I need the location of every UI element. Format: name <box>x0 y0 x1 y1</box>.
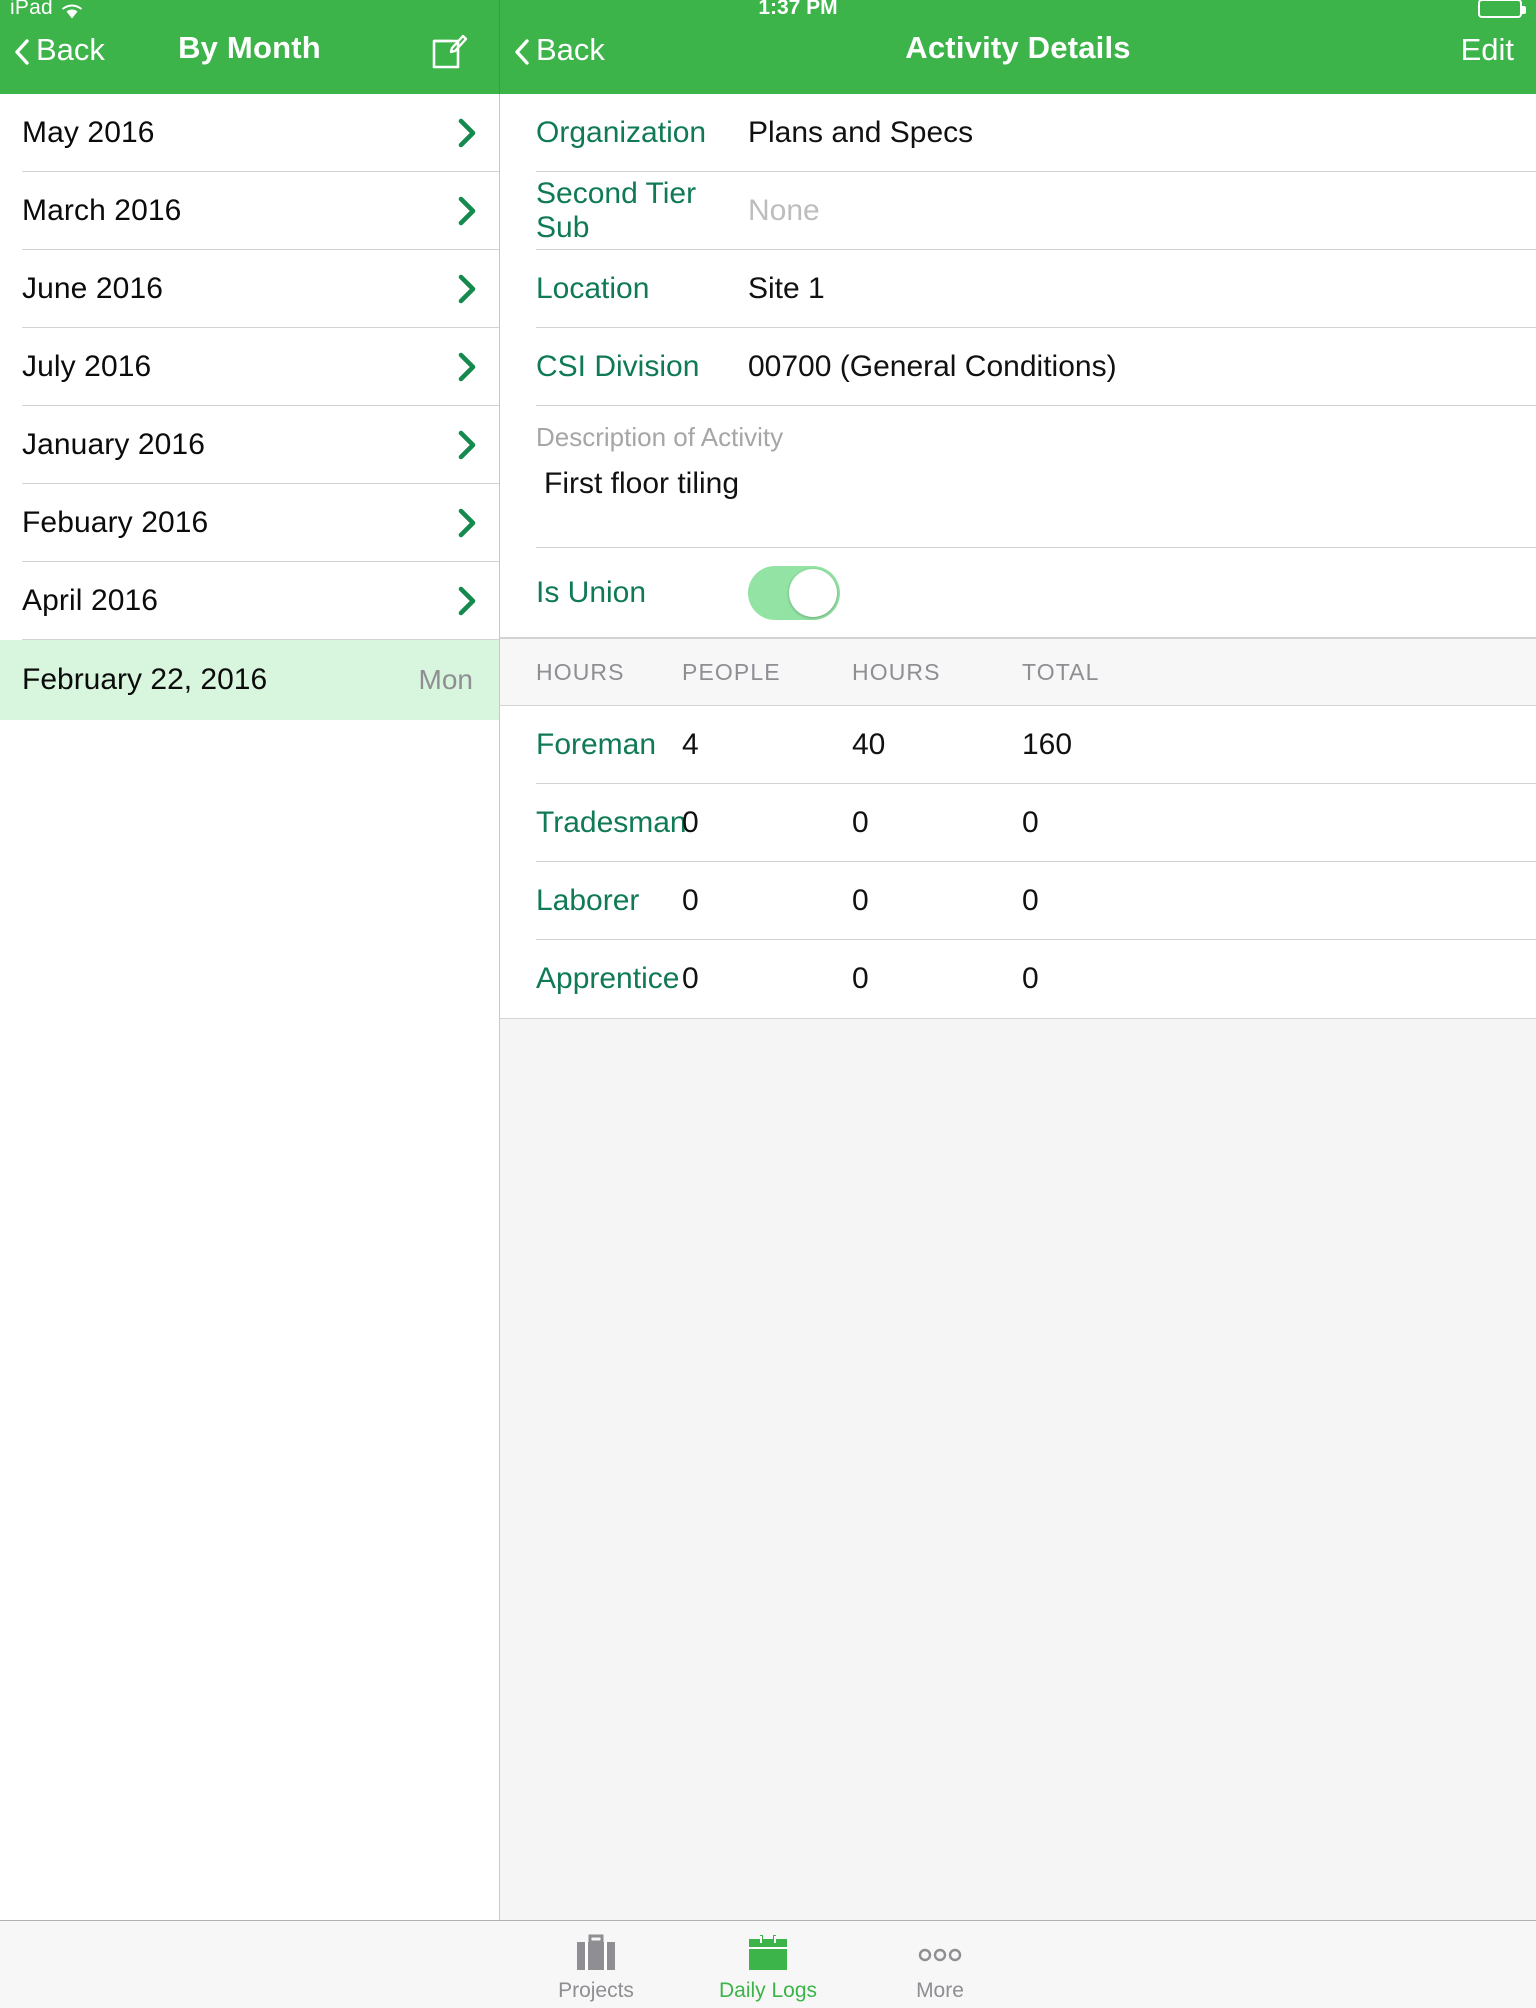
briefcase-icon <box>573 1930 619 1976</box>
list-item[interactable]: Febuary 2016 <box>0 484 499 562</box>
activity-details: Organization Plans and Specs Second Tier… <box>500 94 1536 1920</box>
month-label: March 2016 <box>22 194 182 227</box>
row-separator <box>500 638 1536 639</box>
table-empty-area <box>500 1018 1536 1920</box>
field-value: Plans and Specs <box>748 116 974 149</box>
right-nav-title: Activity Details <box>905 30 1131 65</box>
table-row[interactable]: Tradesman 0 0 0 <box>500 784 1536 862</box>
row-hours: 40 <box>852 728 886 761</box>
field-location[interactable]: Location Site 1 <box>500 250 1536 328</box>
month-label: July 2016 <box>22 350 152 383</box>
is-union-toggle[interactable] <box>748 566 840 620</box>
edit-button[interactable]: Edit <box>1461 32 1514 68</box>
field-label: Second Tier Sub <box>536 177 697 244</box>
split-view: May 2016 March 2016 June 2016 July 2016 <box>0 94 1536 1920</box>
left-nav-bar: Back By Month <box>0 0 500 94</box>
field-csi-division[interactable]: CSI Division 00700 (General Conditions) <box>500 328 1536 406</box>
field-value: None <box>748 194 820 227</box>
calendar-icon <box>746 1930 790 1976</box>
tab-label: Projects <box>558 1979 634 2002</box>
row-role: Tradesman <box>536 806 687 839</box>
column-header-total: TOTAL <box>1022 658 1100 685</box>
row-total: 0 <box>1022 806 1039 839</box>
row-people: 0 <box>682 806 699 839</box>
tab-bar: Projects Daily Logs More <box>0 1920 1536 2008</box>
chevron-right-icon <box>457 430 477 460</box>
row-people: 0 <box>682 962 699 995</box>
is-union-label: Is Union <box>536 576 647 609</box>
month-label: April 2016 <box>22 584 159 617</box>
description-label: Description of Activity <box>536 422 784 452</box>
row-role: Foreman <box>536 728 657 761</box>
field-value: 00700 (General Conditions) <box>748 350 1117 383</box>
field-label: Organization <box>536 116 707 149</box>
chevron-right-icon <box>457 196 477 226</box>
month-label: January 2016 <box>22 428 206 461</box>
tab-label: More <box>916 1979 964 2002</box>
description-value: First floor tiling <box>544 467 740 500</box>
list-item[interactable]: April 2016 <box>0 562 499 640</box>
chevron-right-icon <box>457 118 477 148</box>
navigation-bars: Back By Month Back Activity Details Edit <box>0 0 1536 94</box>
row-total: 0 <box>1022 884 1039 917</box>
day-of-week: Mon <box>418 664 473 695</box>
list-item[interactable]: January 2016 <box>0 406 499 484</box>
column-header-people: PEOPLE <box>682 658 781 685</box>
month-label: June 2016 <box>22 272 164 305</box>
row-total: 0 <box>1022 962 1039 995</box>
row-role: Apprentice <box>536 962 680 995</box>
row-hours: 0 <box>852 962 869 995</box>
compose-icon[interactable] <box>427 30 469 72</box>
row-role: Laborer <box>536 884 640 917</box>
chevron-right-icon <box>457 586 477 616</box>
field-label: Location <box>536 272 650 305</box>
row-people: 4 <box>682 728 699 761</box>
chevron-right-icon <box>457 508 477 538</box>
list-item[interactable]: June 2016 <box>0 250 499 328</box>
table-row[interactable]: Foreman 4 40 160 <box>500 706 1536 784</box>
row-hours: 0 <box>852 884 869 917</box>
hours-table-header: HOURS PEOPLE HOURS TOTAL <box>500 638 1536 706</box>
row-people: 0 <box>682 884 699 917</box>
list-item[interactable]: March 2016 <box>0 172 499 250</box>
left-nav-title: By Month <box>178 30 321 65</box>
tab-more[interactable]: More <box>854 1921 1026 2003</box>
field-description-of-activity[interactable]: Description of Activity First floor tili… <box>500 406 1536 548</box>
row-total: 160 <box>1022 728 1073 761</box>
field-label: CSI Division <box>536 350 700 383</box>
column-header-hours: HOURS <box>852 658 941 685</box>
table-row[interactable]: Apprentice 0 0 0 <box>500 940 1536 1018</box>
list-item-selected-day[interactable]: February 22, 2016 Mon <box>0 640 499 720</box>
field-second-tier-sub[interactable]: Second Tier Sub None <box>500 172 1536 250</box>
toggle-knob <box>789 569 837 617</box>
field-is-union: Is Union <box>500 548 1536 638</box>
right-nav-bar: Back Activity Details Edit <box>500 0 1536 94</box>
chevron-right-icon <box>457 274 477 304</box>
field-organization[interactable]: Organization Plans and Specs <box>500 94 1536 172</box>
tab-label: Daily Logs <box>718 1979 818 2002</box>
row-hours: 0 <box>852 806 869 839</box>
ellipsis-icon <box>916 1930 964 1976</box>
field-value: Site 1 <box>748 272 825 305</box>
tab-projects[interactable]: Projects <box>510 1921 682 2003</box>
column-header-hours-group: HOURS <box>536 658 625 685</box>
day-label: February 22, 2016 <box>22 663 268 696</box>
list-item[interactable]: May 2016 <box>0 94 499 172</box>
month-list: May 2016 March 2016 June 2016 July 2016 <box>0 94 500 1920</box>
month-label: Febuary 2016 <box>22 506 209 539</box>
list-item[interactable]: July 2016 <box>0 328 499 406</box>
tab-daily-logs[interactable]: Daily Logs <box>682 1921 854 2003</box>
chevron-right-icon <box>457 352 477 382</box>
app-root: iPad 1:37 PM Back By Month Back Activity… <box>0 0 1536 2008</box>
month-label: May 2016 <box>22 116 155 149</box>
table-row[interactable]: Laborer 0 0 0 <box>500 862 1536 940</box>
